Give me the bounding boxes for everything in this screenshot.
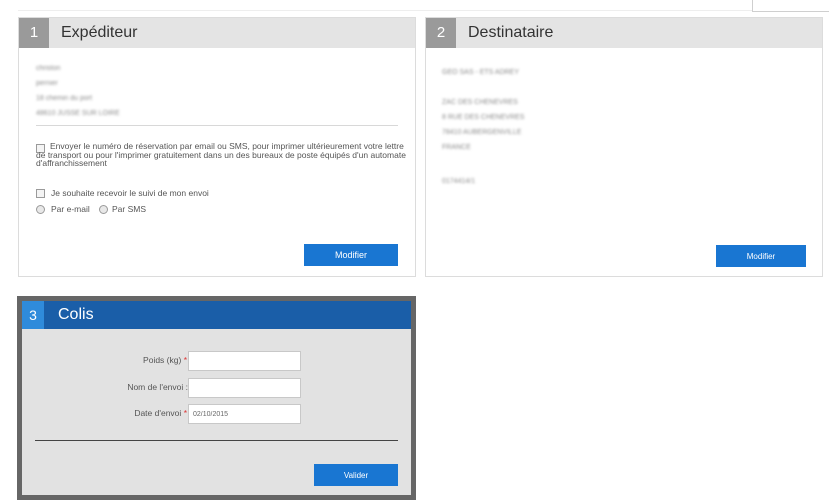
sender-panel: 1 Expéditeur christon pernier 18 chemin …: [18, 17, 416, 277]
recipient-modify-button[interactable]: Modifier: [716, 245, 806, 267]
recipient-address-line: FRANCE: [442, 144, 471, 151]
step-number: 3: [22, 301, 44, 329]
email-radio[interactable]: [36, 205, 45, 214]
recipient-address-line: ZAC DES CHENEVRES: [442, 99, 518, 106]
recipient-phone: 0174414/1: [442, 178, 476, 185]
notify-option-label: Envoyer le numéro de réservation par ema…: [36, 141, 406, 168]
recipient-address-line: GEO SAS - ETS ADREY: [442, 69, 520, 76]
required-mark: *: [183, 355, 187, 365]
sms-radio-label: Par SMS: [112, 204, 147, 214]
sender-address-line: 48610 JUSSE SUR LOIRE: [36, 110, 120, 117]
recipient-panel: 2 Destinataire GEO SAS - ETS ADREY ZAC D…: [425, 17, 823, 277]
sender-address-line: 18 chemin du port: [36, 95, 93, 102]
sender-address-line: pernier: [36, 80, 58, 87]
email-radio-label: Par e-mail: [51, 204, 90, 214]
weight-label-text: Poids (kg): [143, 355, 182, 365]
date-label-text: Date d'envoi: [134, 408, 182, 418]
weight-label: Poids (kg) *: [143, 355, 187, 365]
parcel-inner: 3 Colis Poids (kg) * Nom de l'envoi : Da…: [22, 301, 411, 495]
shipment-name-input[interactable]: [188, 378, 301, 398]
recipient-title: Destinataire: [468, 24, 554, 41]
parcel-panel: 3 Colis Poids (kg) * Nom de l'envoi : Da…: [17, 296, 416, 500]
parcel-title: Colis: [58, 306, 94, 323]
recipient-address-line: 8 RUE DES CHENEVRES: [442, 114, 525, 121]
step-number: 1: [19, 18, 49, 48]
date-input[interactable]: [188, 404, 301, 424]
tracking-option-label: Je souhaite recevoir le suivi de mon env…: [51, 188, 209, 198]
sender-divider: [36, 125, 398, 126]
sender-title: Expéditeur: [61, 24, 138, 41]
shipment-name-label: Nom de l'envoi :: [127, 382, 188, 392]
recipient-header: 2 Destinataire: [426, 18, 822, 48]
top-right-fragment: [752, 0, 829, 12]
parcel-divider: [35, 440, 398, 441]
required-mark: *: [183, 408, 187, 418]
weight-input[interactable]: [188, 351, 301, 371]
sender-header: 1 Expéditeur: [19, 18, 415, 48]
tracking-checkbox[interactable]: [36, 189, 45, 198]
parcel-header: 3 Colis: [22, 301, 411, 329]
validate-button[interactable]: Valider: [314, 464, 398, 486]
top-divider: [18, 10, 752, 11]
date-label: Date d'envoi *: [134, 408, 187, 418]
recipient-address-line: 78410 AUBERGENVILLE: [442, 129, 522, 136]
step-number: 2: [426, 18, 456, 48]
sender-address-line: christon: [36, 65, 61, 72]
sms-radio[interactable]: [99, 205, 108, 214]
sender-modify-button[interactable]: Modifier: [304, 244, 398, 266]
